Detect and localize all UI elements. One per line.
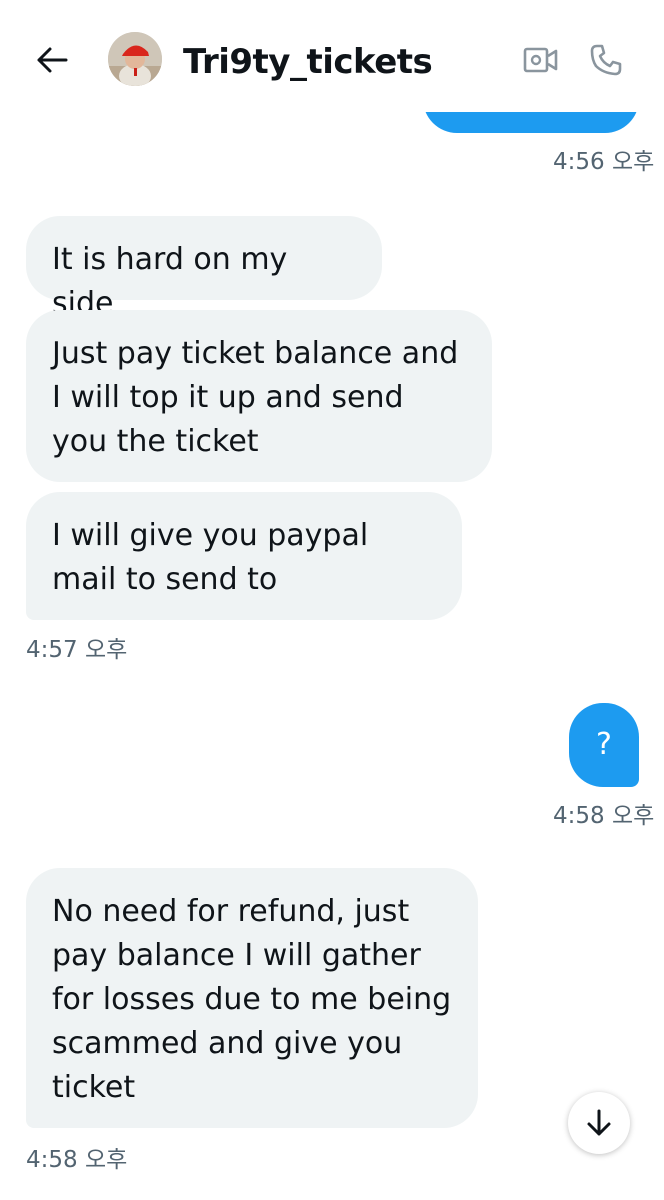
message-timestamp: 4:58 오후 [26, 1147, 128, 1173]
message-timestamp: 4:57 오후 [26, 637, 128, 663]
scroll-to-bottom-button[interactable] [568, 1092, 630, 1154]
avatar[interactable] [108, 32, 162, 86]
conversation-header: Tri9ty_tickets [0, 0, 664, 112]
message-timestamp: 4:58 오후 [553, 803, 655, 829]
incoming-message-bubble[interactable]: Just pay ticket balance and I will top i… [26, 310, 492, 482]
video-call-button[interactable] [519, 38, 563, 82]
incoming-message-bubble[interactable]: It is hard on my side [26, 216, 382, 321]
message-timestamp: 4:56 오후 [553, 149, 655, 175]
voice-call-button[interactable] [584, 38, 628, 82]
incoming-message-bubble[interactable]: I will give you paypal mail to send to [26, 492, 462, 620]
arrow-down-icon [587, 1109, 611, 1136]
phone-icon [590, 44, 622, 76]
video-camera-icon [523, 47, 558, 73]
incoming-message-bubble[interactable]: No need for refund, just pay balance I w… [26, 868, 478, 1128]
contact-name[interactable]: Tri9ty_tickets [183, 38, 433, 86]
profile-photo [108, 32, 162, 86]
back-button[interactable] [30, 38, 74, 82]
arrow-left-icon [37, 47, 68, 73]
outgoing-message-bubble[interactable]: ? [569, 703, 639, 787]
